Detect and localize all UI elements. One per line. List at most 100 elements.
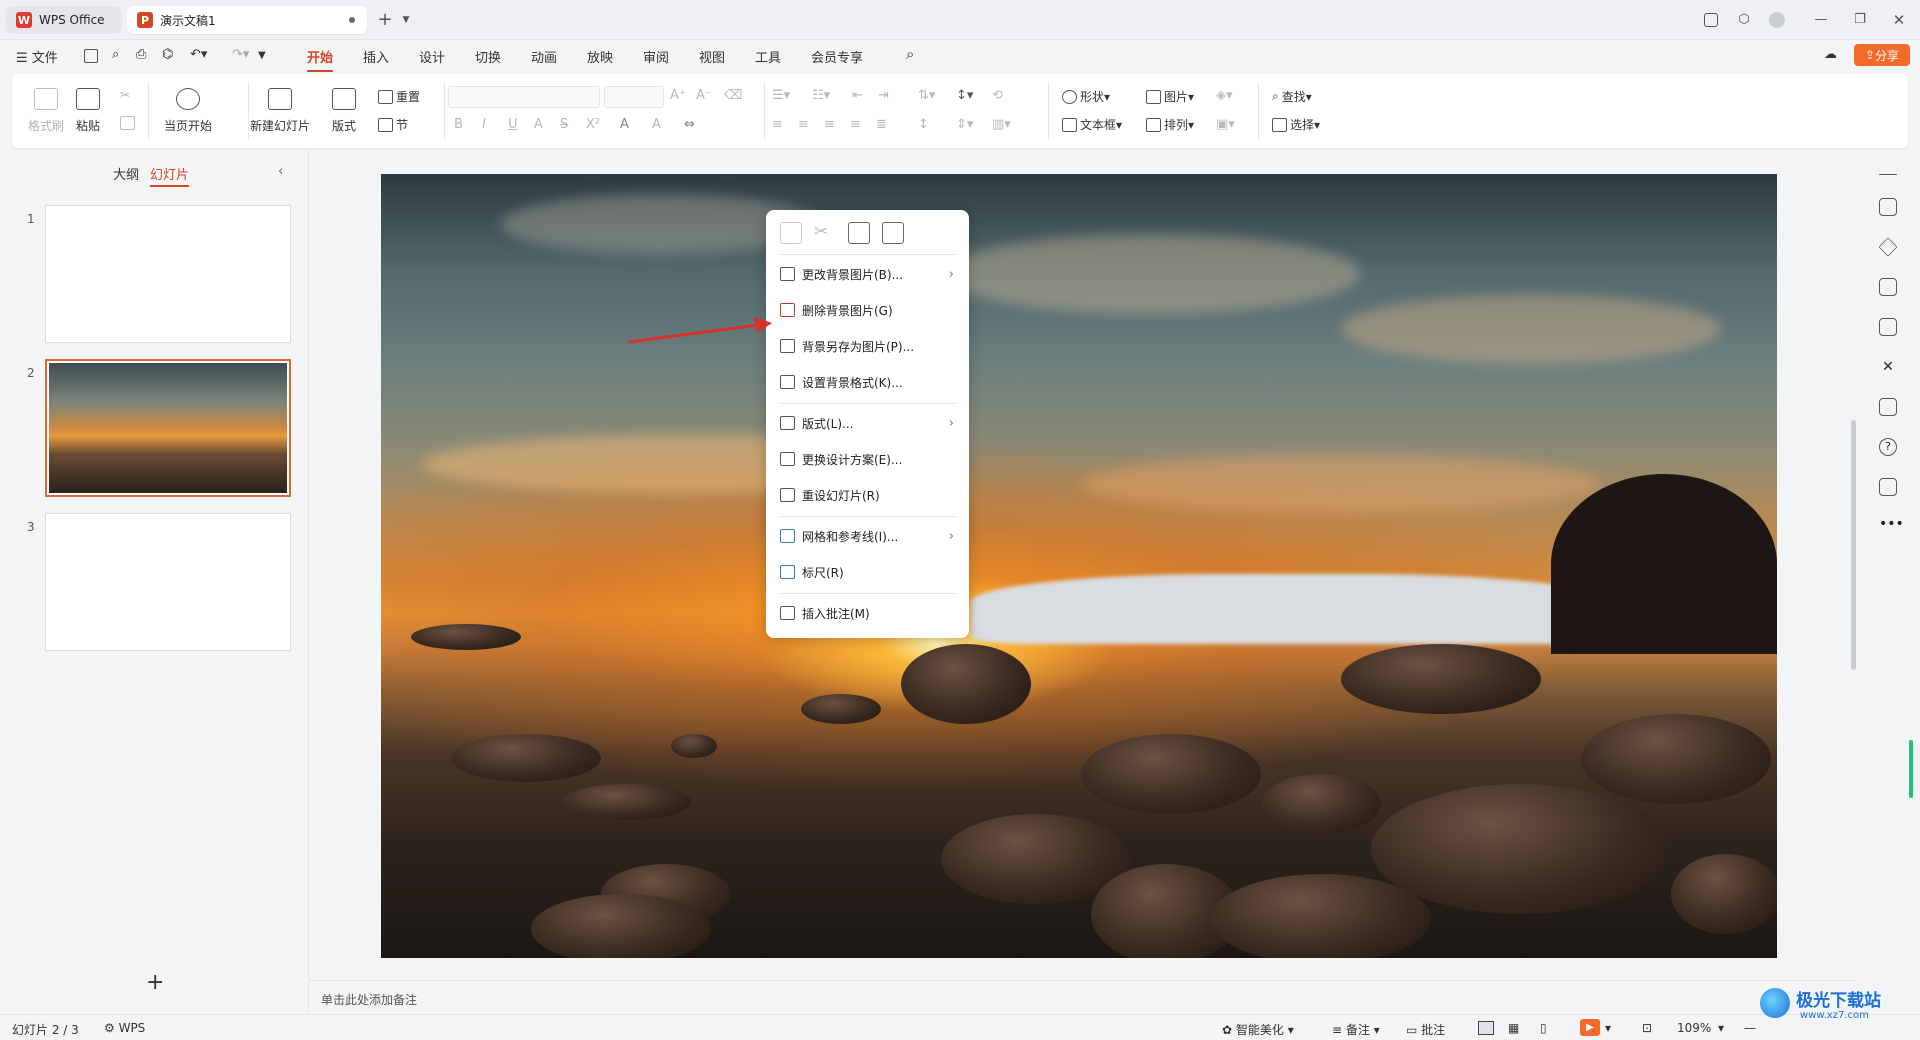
tab-wps-office[interactable]: W WPS Office (6, 6, 122, 34)
file-menu[interactable]: ☰ 文件 (16, 47, 58, 66)
print-preview-icon[interactable]: ⌬ (162, 47, 173, 62)
menu-slideshow[interactable]: 放映 (587, 47, 613, 66)
section-button[interactable]: 节 (378, 116, 408, 133)
menu-vip[interactable]: 会员专享 (811, 47, 863, 66)
menu-format-background[interactable]: 设置背景格式(K)... (780, 371, 960, 393)
tab-slides[interactable]: 幻灯片 (150, 164, 190, 187)
highlight-icon[interactable]: A (652, 117, 661, 132)
menu-change-background[interactable]: 更改背景图片(B)... › (780, 263, 960, 285)
convert-icon[interactable]: ⟲ (992, 88, 1003, 103)
zoom-level[interactable]: 109% (1677, 1021, 1711, 1035)
fit-window-icon[interactable]: ⊡ (1642, 1021, 1652, 1035)
sort-icon[interactable]: ↕▾ (956, 88, 973, 103)
decrease-font-icon[interactable]: A⁻ (696, 88, 712, 103)
picture-button[interactable]: 图片 ▾ (1146, 88, 1194, 105)
add-slide-button[interactable]: + (146, 970, 164, 995)
new-slide-button[interactable]: 新建幻灯片 (250, 88, 310, 134)
font-family-select[interactable] (448, 86, 600, 108)
undo-icon[interactable]: ↶▾ (190, 47, 207, 62)
help-icon[interactable]: ? (1879, 438, 1897, 456)
menu-review[interactable]: 审阅 (643, 47, 669, 66)
tab-document[interactable]: P 演示文稿1 (127, 6, 367, 34)
comments-button[interactable]: ▭ 批注 (1406, 1021, 1445, 1038)
slide-background-image[interactable] (381, 174, 1777, 958)
clear-format-icon[interactable]: ⌫ (724, 88, 742, 103)
reset-button[interactable]: 重置 (378, 88, 420, 105)
normal-view-icon[interactable] (1478, 1021, 1494, 1035)
distribute-icon[interactable]: ≣ (876, 117, 887, 132)
star-icon[interactable] (1878, 237, 1898, 257)
print-icon[interactable]: ⎙ (136, 47, 146, 62)
redo-icon[interactable]: ↷▾ (232, 47, 249, 62)
italic-icon[interactable]: I (482, 117, 486, 132)
scrollbar-thumb[interactable] (1851, 420, 1856, 670)
tab-outline[interactable]: 大纲 (113, 164, 139, 183)
reading-view-icon[interactable]: ▯ (1540, 1021, 1547, 1035)
paste-button[interactable]: 粘贴 (76, 88, 100, 134)
save-icon[interactable] (84, 49, 98, 63)
theme-indicator[interactable]: ⚙ WPS (104, 1021, 145, 1035)
close-icon[interactable]: ✕ (1890, 11, 1908, 29)
new-tab-button[interactable]: + (376, 11, 394, 29)
restore-icon[interactable]: ❐ (1851, 11, 1869, 29)
menu-start[interactable]: 开始 (307, 47, 334, 72)
layout-button[interactable]: 版式 (332, 88, 356, 134)
shape-button[interactable]: 形状 ▾ (1062, 88, 1110, 105)
notes-toggle-button[interactable]: ≡ 备注 ▾ (1332, 1021, 1380, 1038)
unsaved-dot-icon[interactable] (349, 17, 355, 23)
bold-icon[interactable]: B (454, 117, 463, 132)
align-right-icon[interactable]: ≡ (824, 117, 835, 132)
menu-design[interactable]: 设计 (419, 47, 445, 66)
avatar[interactable] (1769, 12, 1785, 28)
text-direction-icon[interactable]: ⇅▾ (918, 88, 935, 103)
menu-reset-slide[interactable]: 重设幻灯片(R) (780, 484, 960, 506)
wand-icon[interactable]: ⌕ (112, 47, 119, 62)
slide-thumbnail-3[interactable] (45, 513, 291, 651)
menu-delete-background[interactable]: 删除背景图片(G) (780, 299, 960, 321)
strike-icon[interactable]: S (560, 117, 568, 132)
zoom-chevron-icon[interactable]: ▾ (1718, 1021, 1724, 1035)
play-slideshow-icon[interactable]: ▶ (1580, 1019, 1600, 1036)
menu-ruler[interactable]: 标尺(R) (780, 561, 960, 583)
fill-icon[interactable]: ◈▾ (1216, 88, 1233, 103)
menu-change-design[interactable]: 更换设计方案(E)... (780, 448, 960, 470)
menu-tools[interactable]: 工具 (755, 47, 781, 66)
decrease-indent-icon[interactable]: ⇤ (852, 88, 863, 103)
zoom-out-icon[interactable]: — (1744, 1021, 1756, 1035)
menu-animation[interactable]: 动画 (531, 47, 557, 66)
increase-indent-icon[interactable]: ⇥ (878, 88, 889, 103)
align-left-icon[interactable]: ≡ (772, 117, 783, 132)
menu-save-background[interactable]: 背景另存为图片(P)... (780, 335, 960, 357)
cut-button[interactable]: ✂ (120, 88, 130, 102)
slideshow-chevron-icon[interactable]: ▾ (1605, 1021, 1611, 1035)
paste-icon[interactable] (848, 222, 870, 244)
line-spacing-icon[interactable]: ↕ (918, 117, 929, 132)
menu-insert[interactable]: 插入 (363, 47, 389, 66)
duplicate-icon[interactable] (1879, 278, 1897, 296)
superscript-icon[interactable]: X² (586, 117, 600, 132)
shadow-icon[interactable]: A (534, 117, 543, 132)
arrange-button[interactable]: 排列 ▾ (1146, 116, 1194, 133)
tab-list-chevron-icon[interactable]: ▼ (397, 11, 415, 29)
menu-view[interactable]: 视图 (699, 47, 725, 66)
vertical-scrollbar[interactable] (1850, 150, 1857, 980)
char-spacing-icon[interactable]: ⇔ (684, 117, 695, 132)
play-current-button[interactable]: 当页开始 (164, 88, 212, 134)
menu-insert-comment[interactable]: 插入批注(M) (780, 602, 960, 624)
menu-layout[interactable]: 版式(L)... › (780, 412, 960, 434)
outline-icon[interactable]: ▣▾ (1216, 117, 1235, 132)
font-color-icon[interactable]: A (620, 117, 629, 132)
settings-sliders-icon[interactable] (1879, 198, 1897, 216)
more-icon[interactable]: ••• (1879, 516, 1904, 534)
textbox-button[interactable]: 文本框 ▾ (1062, 116, 1122, 133)
share-button[interactable]: ⇪ 分享 (1854, 44, 1910, 66)
shirt-icon[interactable] (1879, 478, 1897, 496)
notes-area[interactable]: 单击此处添加备注 (309, 980, 1857, 1014)
window-layout-icon[interactable] (1704, 13, 1718, 27)
paste-text-icon[interactable] (882, 222, 904, 244)
scissors-icon[interactable]: ✂ (814, 222, 836, 244)
find-button[interactable]: ⌕ 查找 ▾ (1272, 88, 1312, 105)
minimize-icon[interactable]: — (1812, 11, 1830, 29)
slide-thumbnail-2[interactable] (45, 359, 291, 497)
para-spacing-icon[interactable]: ⇕▾ (956, 117, 973, 132)
